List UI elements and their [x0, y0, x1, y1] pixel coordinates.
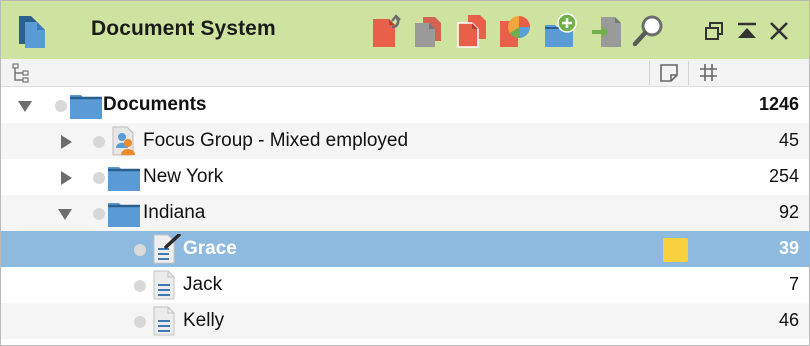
text-document-icon — [153, 270, 175, 300]
tree-row-grace[interactable]: Grace 39 — [1, 231, 809, 267]
memo-column-icon[interactable] — [657, 59, 681, 87]
segment-count: 45 — [778, 130, 799, 150]
tree-item-label: Indiana — [143, 202, 206, 223]
status-dot[interactable] — [134, 316, 146, 328]
memo-icon[interactable] — [663, 238, 688, 262]
segment-count: 254 — [768, 166, 799, 186]
folder-icon — [108, 167, 140, 191]
restore-icon[interactable] — [703, 20, 725, 42]
search-icon[interactable] — [631, 13, 667, 49]
status-dot[interactable] — [93, 208, 105, 220]
import-document-icon[interactable] — [589, 13, 625, 49]
folder-icon — [70, 95, 102, 119]
segment-count: 92 — [778, 202, 799, 222]
expanded-triangle-icon[interactable] — [17, 98, 33, 114]
column-header — [1, 59, 809, 87]
tree-row-jack[interactable]: Jack 7 — [1, 267, 809, 303]
folder-icon — [108, 203, 140, 227]
collapsed-triangle-icon[interactable] — [58, 170, 74, 186]
duplicate-document-icon[interactable] — [454, 13, 490, 49]
status-dot[interactable] — [55, 100, 67, 112]
tree-item-label: Jack — [183, 274, 223, 295]
close-icon[interactable] — [768, 20, 790, 42]
expanded-triangle-icon[interactable] — [57, 206, 73, 222]
copy-document-icon[interactable] — [411, 13, 447, 49]
column-separator[interactable] — [688, 61, 689, 85]
tree-row-focus-group[interactable]: Focus Group - Mixed employed 45 — [1, 123, 809, 159]
collapsed-triangle-icon[interactable] — [58, 134, 74, 150]
focus-group-icon — [112, 126, 135, 156]
tree-item-label: New York — [143, 166, 224, 187]
tree-item-label: Documents — [103, 94, 207, 115]
segment-count: 7 — [788, 274, 799, 294]
tree-row-documents[interactable]: Documents 1246 — [1, 87, 809, 123]
title-bar: Document System — [1, 1, 809, 59]
collapse-up-icon[interactable] — [736, 20, 758, 42]
tree-item-label: Kelly — [183, 310, 225, 331]
segment-count: 39 — [778, 238, 799, 258]
text-document-icon — [153, 306, 175, 336]
column-separator[interactable] — [649, 61, 650, 85]
text-document-edit-icon — [153, 234, 181, 264]
segment-count: 46 — [778, 310, 799, 330]
hash-icon[interactable] — [697, 59, 719, 87]
tree-item-label: Focus Group - Mixed employed — [143, 130, 409, 151]
status-dot[interactable] — [93, 136, 105, 148]
retrieve-segments-icon[interactable] — [370, 13, 406, 49]
tree-row-new-york[interactable]: New York 254 — [1, 159, 809, 195]
tree-item-label: Grace — [183, 238, 237, 259]
tree-structure-icon[interactable] — [11, 59, 31, 87]
window-title: Document System — [91, 17, 276, 40]
status-dot[interactable] — [134, 244, 146, 256]
document-system-window: Document System Documents 1246 Focus Gro… — [0, 0, 810, 346]
status-dot[interactable] — [134, 280, 146, 292]
document-chart-icon[interactable] — [497, 13, 533, 49]
new-document-group-icon[interactable] — [543, 13, 579, 49]
status-dot[interactable] — [93, 172, 105, 184]
tree-row-indiana[interactable]: Indiana 92 — [1, 195, 809, 231]
document-system-app-icon — [19, 16, 45, 48]
segment-count: 1246 — [758, 94, 799, 114]
tree-row-kelly[interactable]: Kelly 46 — [1, 303, 809, 339]
